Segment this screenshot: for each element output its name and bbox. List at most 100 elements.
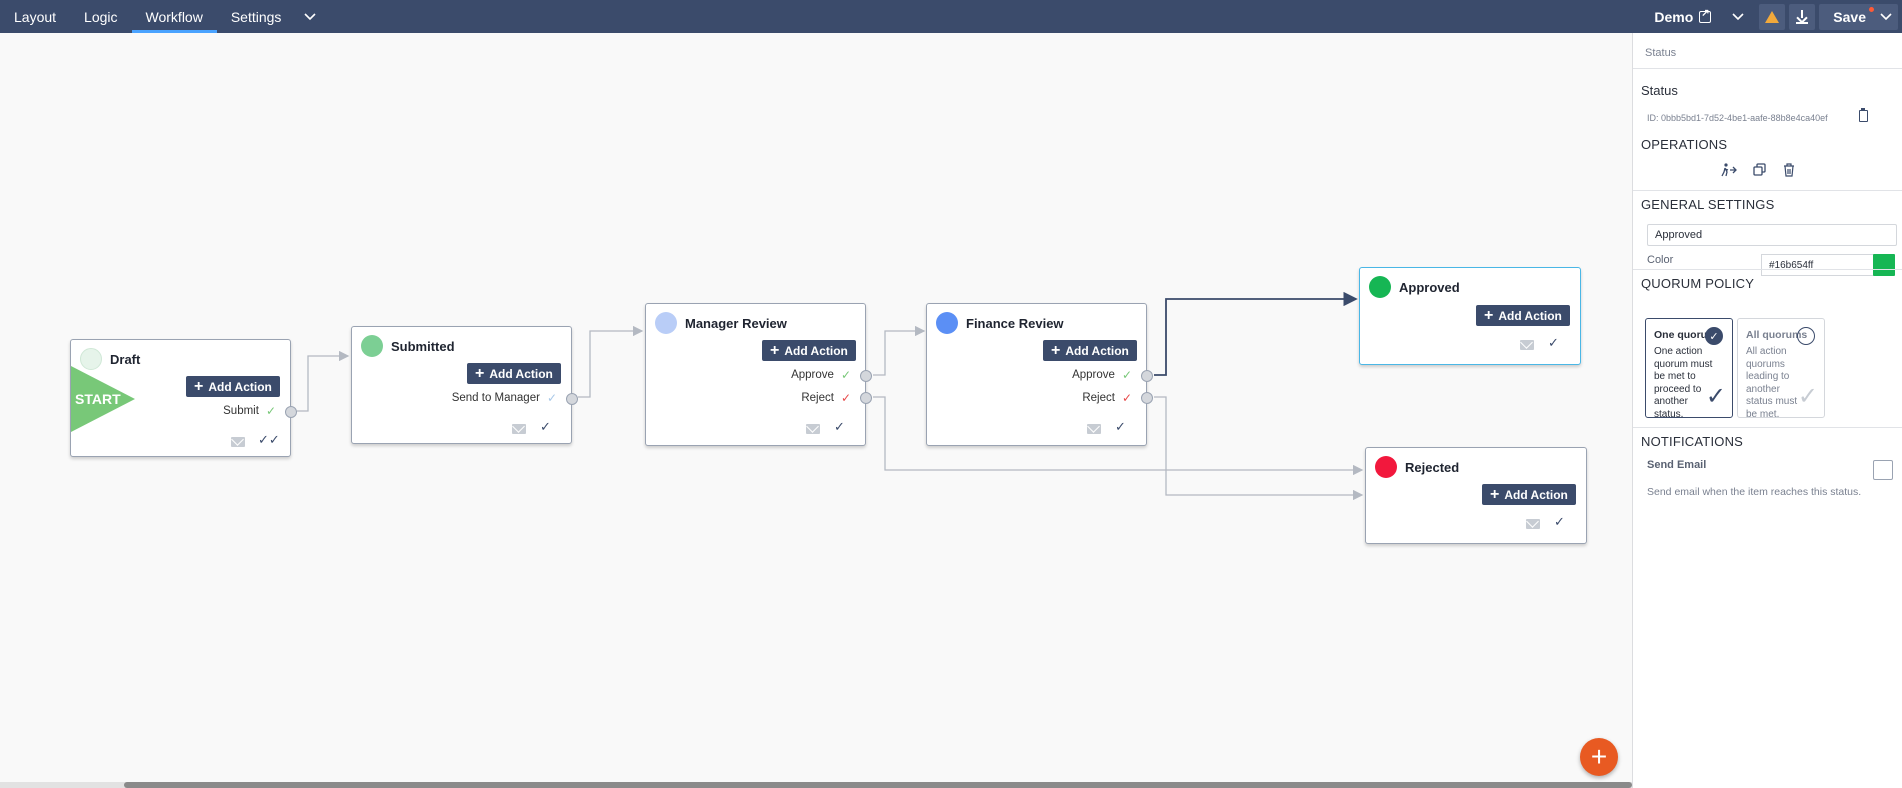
status-node-submitted[interactable]: Submitted + Add Action Send to Manager ✓ ✓ (351, 326, 578, 444)
mail-icon[interactable] (1526, 519, 1540, 529)
check-icon[interactable]: ✓ (1548, 335, 1559, 351)
download-icon (1796, 9, 1809, 24)
mail-icon[interactable] (1087, 424, 1101, 434)
double-check-icon: ✓ (1797, 383, 1818, 410)
check-icon[interactable]: ✓ (834, 419, 845, 435)
status-node-finance-review[interactable]: Finance Review + Add Action Approve ✓ Reje… (926, 303, 1153, 446)
add-status-button[interactable]: + (1580, 738, 1618, 776)
check-icon: ✓ (1705, 383, 1726, 410)
tabs-more-chevron-icon[interactable] (295, 0, 325, 33)
action-check-icon: ✓ (265, 404, 276, 418)
quorum-policy-heading: QUORUM POLICY (1641, 276, 1755, 291)
external-link-icon (1699, 8, 1712, 23)
plus-icon: + (1484, 306, 1494, 324)
add-action-button[interactable]: + Add Action (1482, 484, 1576, 505)
double-check-icon[interactable]: ✓✓ (258, 432, 280, 448)
color-label: Color (1647, 254, 1674, 266)
workflow-canvas[interactable]: Draft START + Add Action Submit ✓ ✓✓ Submi… (0, 33, 1632, 788)
divider (1633, 190, 1902, 191)
save-button-group: Save (1819, 3, 1898, 30)
save-dropdown-chevron-icon[interactable] (1874, 12, 1898, 21)
action-port[interactable] (1141, 370, 1153, 382)
plus-icon: + (1590, 741, 1608, 772)
tab-layout[interactable]: Layout (0, 0, 70, 33)
check-icon[interactable]: ✓ (540, 419, 551, 435)
quorum-option-all[interactable]: All quorums All action quorums leading t… (1737, 318, 1825, 420)
trash-icon[interactable] (1783, 163, 1795, 180)
edge-draft-submitted (297, 350, 350, 412)
action-check-icon: ✓ (840, 368, 851, 382)
copy-id-clipboard-icon[interactable] (1859, 108, 1868, 122)
add-action-button[interactable]: + Add Action (467, 363, 561, 384)
action-port[interactable] (566, 393, 578, 405)
status-title: Draft (110, 352, 141, 367)
add-action-button[interactable]: + Add Action (762, 340, 856, 361)
action-reject[interactable]: Reject ✓ (1082, 391, 1132, 405)
start-label: START (75, 391, 121, 407)
mail-icon[interactable] (1520, 340, 1534, 350)
action-check-icon: ✓ (546, 391, 557, 405)
divider (1633, 269, 1902, 270)
mail-icon[interactable] (806, 424, 820, 434)
check-icon[interactable]: ✓ (1115, 419, 1126, 435)
action-approve[interactable]: Approve ✓ (1072, 368, 1132, 382)
download-button[interactable] (1789, 3, 1816, 30)
action-reject[interactable]: Reject ✓ (801, 391, 851, 405)
top-bar: Layout Logic Workflow Settings Demo Save (0, 0, 1902, 33)
plus-icon: + (1490, 485, 1500, 503)
mail-icon[interactable] (512, 424, 526, 434)
action-port[interactable] (860, 370, 872, 382)
action-port[interactable] (285, 406, 297, 418)
status-color-dot (1369, 276, 1391, 298)
add-action-button[interactable]: + Add Action (186, 376, 280, 397)
demo-dropdown-chevron-icon[interactable] (1725, 0, 1751, 33)
status-color-dot (361, 335, 383, 357)
action-approve[interactable]: Approve ✓ (791, 368, 851, 382)
warning-button[interactable] (1759, 3, 1786, 30)
edge-manager-finance (873, 325, 926, 376)
operations-heading: OPERATIONS (1641, 137, 1728, 152)
save-button[interactable]: Save (1819, 9, 1874, 25)
status-title: Rejected (1405, 460, 1460, 475)
mail-icon[interactable] (231, 437, 245, 447)
demo-link[interactable]: Demo (1654, 8, 1712, 25)
status-title: Approved (1399, 280, 1460, 295)
action-send-to-manager[interactable]: Send to Manager ✓ (452, 391, 557, 405)
horizontal-scrollbar[interactable] (0, 782, 1632, 788)
status-title: Finance Review (966, 316, 1064, 331)
action-submit[interactable]: Submit ✓ (223, 404, 276, 418)
status-node-draft[interactable]: Draft START + Add Action Submit ✓ ✓✓ (70, 339, 297, 457)
plus-icon: + (194, 377, 204, 395)
tab-logic[interactable]: Logic (70, 0, 131, 33)
add-action-button[interactable]: + Add Action (1043, 340, 1137, 361)
send-email-label: Send Email (1647, 459, 1707, 471)
plus-icon: + (475, 364, 485, 382)
plus-icon: + (770, 341, 780, 359)
quorum-option-one[interactable]: One quorum One action quorum must be met… (1645, 318, 1733, 420)
tab-settings[interactable]: Settings (217, 0, 296, 33)
send-email-checkbox[interactable] (1873, 460, 1893, 480)
status-name-input[interactable]: Approved (1647, 224, 1897, 246)
color-swatch[interactable] (1873, 254, 1895, 276)
edge-finance-rejected (1154, 396, 1364, 501)
color-hex-input[interactable]: #16b654ff (1761, 254, 1875, 276)
notifications-heading: NOTIFICATIONS (1641, 434, 1744, 449)
action-check-icon: ✓ (1121, 368, 1132, 382)
breadcrumb: Status (1645, 47, 1677, 59)
action-port[interactable] (860, 392, 872, 404)
copy-icon[interactable] (1753, 163, 1767, 180)
check-icon[interactable]: ✓ (1554, 514, 1565, 530)
unsaved-indicator (1869, 6, 1875, 12)
add-action-button[interactable]: + Add Action (1476, 305, 1570, 326)
tab-workflow[interactable]: Workflow (131, 0, 218, 33)
divider (1633, 427, 1902, 428)
transition-icon[interactable] (1721, 163, 1737, 180)
status-node-rejected[interactable]: Rejected + Add Action ✓ (1365, 447, 1587, 544)
status-title: Manager Review (685, 316, 787, 331)
status-title: Submitted (391, 339, 455, 354)
action-port[interactable] (1141, 392, 1153, 404)
scrollbar-thumb[interactable] (124, 782, 1632, 788)
divider (1633, 68, 1902, 69)
status-node-approved[interactable]: Approved + Add Action ✓ (1359, 267, 1581, 365)
status-node-manager-review[interactable]: Manager Review + Add Action Approve ✓ Reje… (645, 303, 872, 446)
